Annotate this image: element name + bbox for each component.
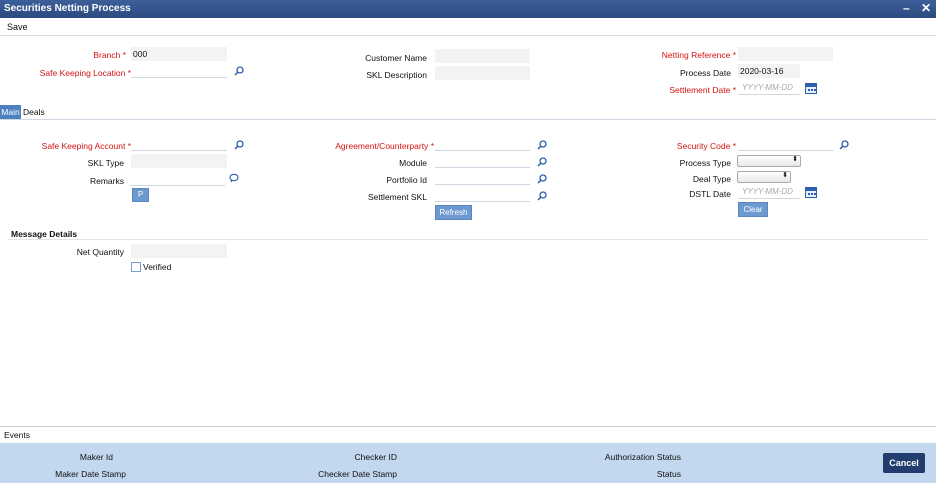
remarks-field[interactable] bbox=[131, 172, 225, 186]
customer-name-label: Customer Name bbox=[365, 53, 427, 63]
security-code-search-icon[interactable] bbox=[839, 140, 849, 150]
agreement-search-icon[interactable] bbox=[537, 140, 547, 150]
tab-deals[interactable]: Deals bbox=[23, 105, 49, 119]
events-link[interactable]: Events bbox=[4, 430, 30, 440]
close-icon[interactable]: ✕ bbox=[921, 1, 931, 15]
dstl-date-calendar-icon[interactable] bbox=[805, 187, 817, 198]
verified-checkbox[interactable] bbox=[131, 262, 141, 272]
net-quantity-label: Net Quantity bbox=[76, 247, 124, 257]
settlement-date-field[interactable]: YYYY-MM-DD bbox=[738, 81, 800, 95]
module-search-icon[interactable] bbox=[537, 157, 547, 167]
skl-search-icon[interactable] bbox=[234, 66, 244, 76]
module-label: Module bbox=[399, 158, 427, 168]
branch-label: Branch * bbox=[93, 50, 126, 60]
process-date-label: Process Date bbox=[679, 68, 731, 78]
remarks-comment-icon[interactable] bbox=[229, 173, 239, 183]
security-code-label: Security Code * bbox=[676, 141, 736, 151]
status-label: Status bbox=[656, 469, 681, 479]
portfolio-search-icon[interactable] bbox=[537, 174, 547, 184]
select-arrows-icon: ⬍ bbox=[792, 156, 798, 163]
deal-type-label: Deal Type bbox=[692, 174, 731, 184]
net-quantity-field bbox=[131, 244, 227, 258]
portfolio-id-label: Portfolio Id bbox=[386, 175, 427, 185]
settlement-skl-field[interactable] bbox=[435, 188, 530, 202]
agreement-label: Agreement/Counterparty * bbox=[335, 141, 434, 151]
skl-description-field bbox=[435, 66, 530, 80]
skl-type-label: SKL Type bbox=[87, 158, 124, 168]
process-type-label: Process Type bbox=[679, 158, 731, 168]
customer-name-field bbox=[435, 49, 530, 63]
process-date-field: 2020-03-16 bbox=[738, 64, 800, 78]
settlement-skl-label: Settlement SKL bbox=[367, 192, 427, 202]
remarks-label: Remarks bbox=[89, 176, 124, 186]
skl-description-label: SKL Description bbox=[366, 70, 427, 80]
process-type-select[interactable]: ⬍ bbox=[737, 155, 801, 167]
section-divider bbox=[8, 239, 928, 240]
checker-id-label: Checker ID bbox=[354, 452, 397, 462]
deal-type-select[interactable]: ⬍ bbox=[737, 171, 791, 183]
module-field[interactable] bbox=[435, 154, 530, 168]
netting-reference-field[interactable] bbox=[738, 47, 833, 61]
events-bar: Events bbox=[0, 426, 936, 442]
settlement-date-calendar-icon[interactable] bbox=[805, 83, 817, 94]
portfolio-id-field[interactable] bbox=[435, 171, 530, 185]
ska-search-icon[interactable] bbox=[234, 140, 244, 150]
dstl-date-label: DSTL Date bbox=[689, 189, 731, 199]
maker-date-stamp-label: Maker Date Stamp bbox=[55, 469, 126, 479]
minimize-icon[interactable]: – bbox=[903, 1, 910, 15]
refresh-button[interactable]: Refresh bbox=[435, 205, 472, 220]
clear-button[interactable]: Clear bbox=[738, 202, 768, 217]
agreement-field[interactable] bbox=[435, 137, 530, 151]
security-code-field[interactable] bbox=[738, 137, 833, 151]
verified-label: Verified bbox=[143, 262, 172, 272]
window-title-bar: Securities Netting Process – ✕ bbox=[0, 0, 936, 18]
skl-type-field bbox=[131, 154, 227, 168]
netting-reference-label: Netting Reference * bbox=[661, 50, 736, 60]
branch-field[interactable]: 000 bbox=[131, 47, 227, 61]
ska-label: Safe Keeping Account * bbox=[41, 141, 131, 151]
window-title: Securities Netting Process bbox=[4, 3, 131, 14]
cancel-button[interactable]: Cancel bbox=[883, 453, 925, 473]
toolbar: Save bbox=[0, 18, 936, 36]
tab-main[interactable]: Main bbox=[0, 105, 21, 119]
p-button[interactable]: P bbox=[132, 188, 149, 202]
settlement-skl-search-icon[interactable] bbox=[537, 191, 547, 201]
dstl-date-field[interactable]: YYYY-MM-DD bbox=[738, 185, 800, 199]
skl-field[interactable] bbox=[131, 64, 227, 78]
maker-id-label: Maker Id bbox=[79, 452, 113, 462]
authorization-status-label: Authorization Status bbox=[604, 452, 681, 462]
ska-field[interactable] bbox=[131, 137, 227, 151]
select-arrows-icon: ⬍ bbox=[782, 172, 788, 179]
tab-divider bbox=[0, 119, 936, 120]
settlement-date-label: Settlement Date * bbox=[669, 85, 736, 95]
skl-label: Safe Keeping Location * bbox=[39, 68, 131, 78]
message-details-title: Message Details bbox=[11, 229, 78, 239]
footer-audit-panel: Maker Id Maker Date Stamp Checker ID Che… bbox=[0, 443, 936, 483]
checker-date-stamp-label: Checker Date Stamp bbox=[318, 469, 397, 479]
save-button[interactable]: Save bbox=[7, 22, 28, 32]
